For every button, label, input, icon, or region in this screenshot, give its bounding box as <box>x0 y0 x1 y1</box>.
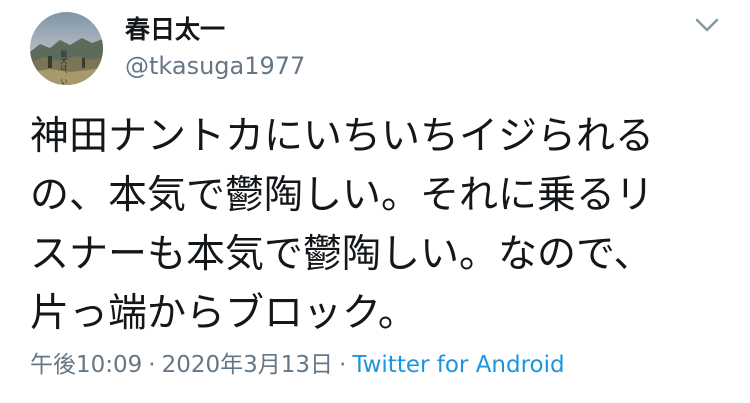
tweet-text-line: 片っ端からブロック。 <box>30 291 417 336</box>
user-handle[interactable]: @tkasuga1977 <box>125 51 305 81</box>
display-name[interactable]: 春日太一 <box>125 14 225 46</box>
meta-separator: · <box>339 352 347 378</box>
tweet-text: 神田ナントカにいちいちイジられる の、本気で鬱陶しい。それに乗るリ スナーも本気… <box>30 107 722 343</box>
tweet-text-line: 神田ナントカにいちいちイジられる <box>30 114 655 159</box>
avatar[interactable]: 鬣犬は、いまや <box>30 12 103 85</box>
tweet-text-line: スナーも本気で鬱陶しい。なので、 <box>30 232 653 277</box>
avatar-image: 鬣犬は、いまや <box>30 12 103 85</box>
tweet-card: 鬣犬は、いまや 春日太一 @tkasuga1977 神田ナントカにいちいちイジら… <box>0 0 750 403</box>
tweet-meta: 午後10:09 · 2020年3月13日 · Twitter for Android <box>30 350 565 380</box>
tweet-source-link[interactable]: Twitter for Android <box>352 352 564 378</box>
meta-separator: · <box>148 352 156 378</box>
avatar-caption: 鬣犬は、いまや <box>60 49 68 85</box>
tweet-time[interactable]: 午後10:09 <box>30 352 142 378</box>
tweet-text-line: の、本気で鬱陶しい。それに乗るリ <box>30 173 655 218</box>
tweet-date[interactable]: 2020年3月13日 <box>162 352 333 378</box>
chevron-down-icon[interactable] <box>692 14 722 36</box>
